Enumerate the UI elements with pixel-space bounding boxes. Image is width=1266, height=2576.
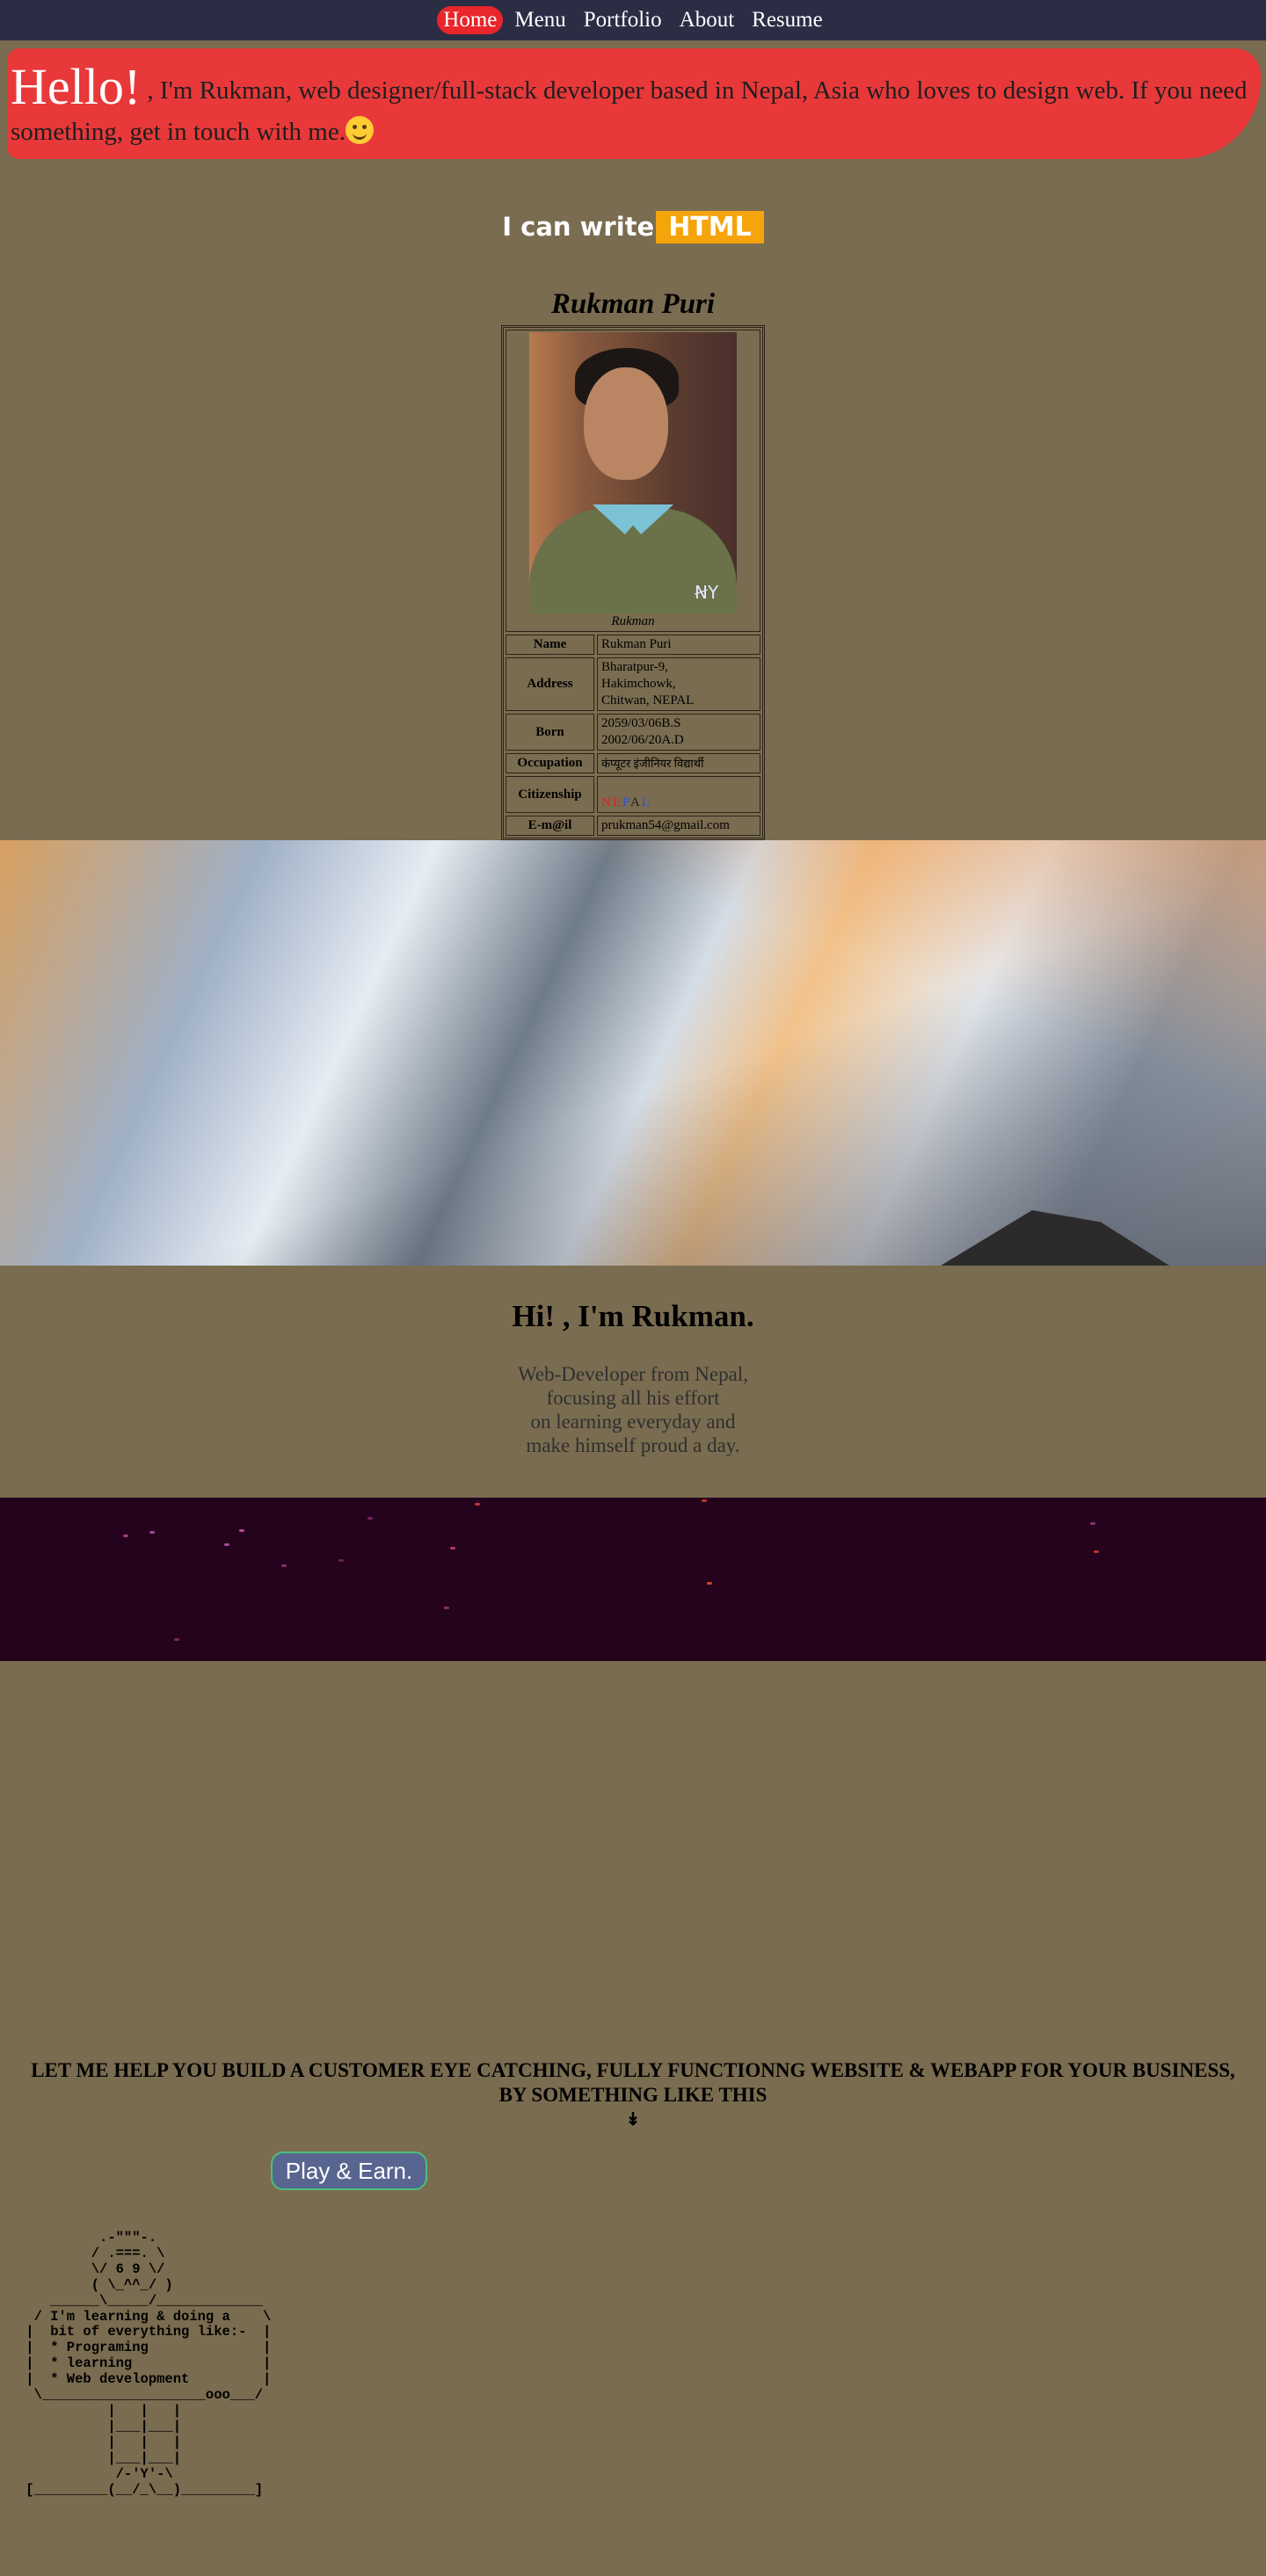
profile-title: Rukman Puri [550,288,716,320]
info-key: Name [506,635,594,655]
profile-photo-cell: ꞤY Rukman [506,330,760,632]
nepal-letter: P [622,795,630,809]
typing-headline: I can write HTML [0,211,1266,243]
about-description: Web-Developer from Nepal, focusing all h… [0,1362,1266,1457]
info-row-born: Born 2059/03/06B.S 2002/06/20A.D [506,714,760,751]
mountain-image [0,840,1266,1266]
about-line: make himself proud a day. [526,1434,740,1456]
about-title: Hi! , I'm Rukman. [512,1299,754,1333]
photo-caption: Rukman [611,614,655,628]
profile-photo: ꞤY [529,332,737,613]
profile-card: ꞤY Rukman Name Rukman Puri Address Bhara… [501,325,765,840]
info-key: Occupation [506,753,594,773]
hello-greeting: Hello! [11,58,142,115]
down-arrow-icon: ↡ [625,2110,641,2130]
info-row-name: Name Rukman Puri [506,635,760,655]
info-key: Born [506,714,594,751]
about-line: focusing all his effort [546,1387,720,1409]
ny-logo-icon: ꞤY [695,582,719,603]
info-row-citizenship: Citizenship NEPAL [506,776,760,813]
info-key: Citizenship [506,776,594,813]
hello-text: , I'm Rukman, web designer/full-stack de… [11,76,1248,146]
nav-about[interactable]: About [673,6,741,34]
about-line: on learning everyday and [530,1411,736,1433]
nav-portfolio[interactable]: Portfolio [578,6,668,34]
nav-menu[interactable]: Menu [508,6,571,34]
nepal-letter: N [601,795,613,809]
hello-banner: Hello! , I'm Rukman, web designer/full-s… [7,48,1261,159]
nav-resume[interactable]: Resume [746,6,829,34]
play-earn-button[interactable]: Play & Earn. [271,2152,427,2190]
ascii-art: .-"""-. / .===. \ \/ 6 9 \/ ( \_^^_/ ) _… [25,2230,272,2498]
info-key: Address [506,657,594,711]
info-value-email[interactable]: prukman54@gmail.com [597,816,760,836]
top-nav: Home Menu Portfolio About Resume [0,0,1266,40]
info-row-email: E-m@il prukman54@gmail.com [506,816,760,836]
cta-line2: BY SOMETHING LIKE THIS [498,2084,768,2106]
info-value: कंप्यूटर इंजीनियर विद्यार्थी [597,753,760,773]
typing-prefix: I can write [502,212,655,242]
info-key: E-m@il [506,816,594,836]
info-row-occupation: Occupation कंप्यूटर इंजीनियर विद्यार्थी [506,753,760,773]
info-value: Rukman Puri [597,635,760,655]
smiling-face-icon [345,116,374,144]
cta-text: LET ME HELP YOU BUILD A CUSTOMER EYE CAT… [0,2058,1266,2132]
nepal-letter: L [641,795,651,809]
nepal-letter: A [629,795,642,809]
info-value-nepal: NEPAL [597,776,760,813]
info-value: 2059/03/06B.S 2002/06/20A.D [597,714,760,751]
typing-word: HTML [656,211,764,243]
info-value: Bharatpur-9, Hakimchowk, Chitwan, NEPAL [597,657,760,711]
nepal-letter: E [612,795,623,809]
nav-home[interactable]: Home [437,6,504,34]
particle-band [0,1498,1266,1661]
cta-line1: LET ME HELP YOU BUILD A CUSTOMER EYE CAT… [31,2059,1235,2081]
info-row-address: Address Bharatpur-9, Hakimchowk, Chitwan… [506,657,760,711]
about-line: Web-Developer from Nepal, [518,1363,748,1385]
